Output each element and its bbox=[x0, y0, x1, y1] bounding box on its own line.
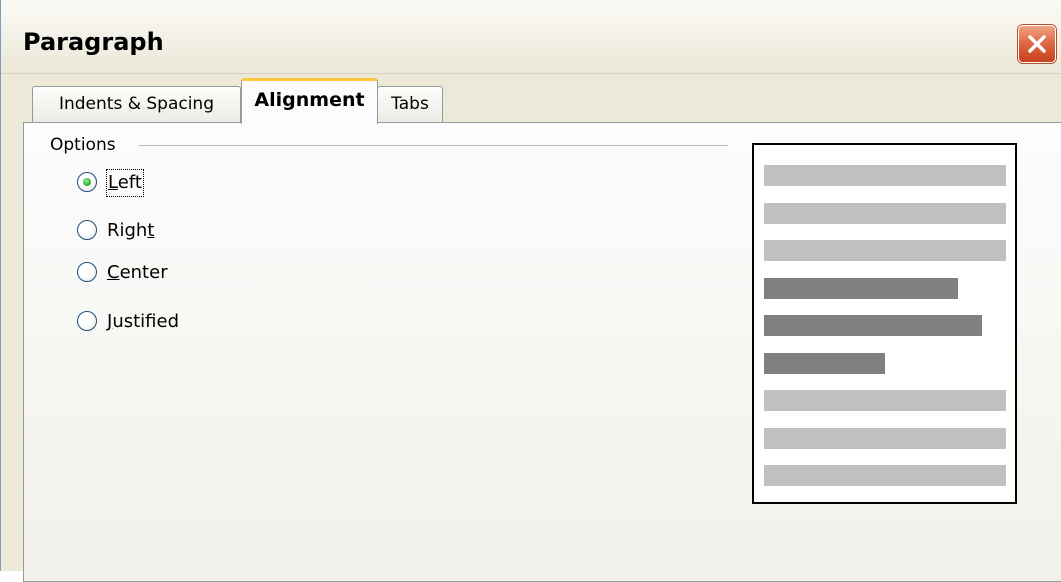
radio-label-right[interactable]: Right bbox=[107, 218, 154, 244]
preview-text-line bbox=[764, 203, 1006, 224]
paragraph-dialog: Paragraph Indents & Spacing Alignment Ta… bbox=[0, 0, 1061, 582]
preview-text-line bbox=[764, 165, 1006, 186]
title-bar[interactable]: Paragraph bbox=[1, 0, 1061, 74]
tab-tabs[interactable]: Tabs bbox=[377, 86, 443, 122]
preview-text-line bbox=[764, 240, 1006, 261]
radio-button-icon[interactable] bbox=[77, 311, 97, 331]
window-title: Paragraph bbox=[23, 28, 164, 56]
options-group-divider bbox=[139, 145, 728, 146]
tab-alignment[interactable]: Alignment bbox=[241, 78, 378, 124]
preview-text-line bbox=[764, 353, 885, 374]
close-button[interactable] bbox=[1018, 25, 1056, 63]
radio-label-center[interactable]: Center bbox=[107, 260, 168, 286]
radio-label-left[interactable]: Left bbox=[106, 169, 144, 197]
options-group-label: Options bbox=[50, 135, 116, 155]
preview-text-line bbox=[764, 428, 1006, 449]
alignment-preview bbox=[752, 143, 1017, 504]
radio-checked-dot bbox=[83, 178, 91, 186]
preview-text-line bbox=[764, 278, 958, 299]
radio-button-icon[interactable] bbox=[77, 220, 97, 240]
radio-label-justified[interactable]: Justified bbox=[107, 309, 179, 335]
preview-text-line bbox=[764, 315, 982, 336]
radio-button-icon[interactable] bbox=[77, 262, 97, 282]
tab-indents-spacing[interactable]: Indents & Spacing bbox=[32, 86, 241, 122]
preview-text-line bbox=[764, 390, 1006, 411]
radio-button-icon[interactable] bbox=[77, 172, 97, 192]
close-icon bbox=[1028, 35, 1046, 53]
preview-text-line bbox=[764, 465, 1006, 486]
